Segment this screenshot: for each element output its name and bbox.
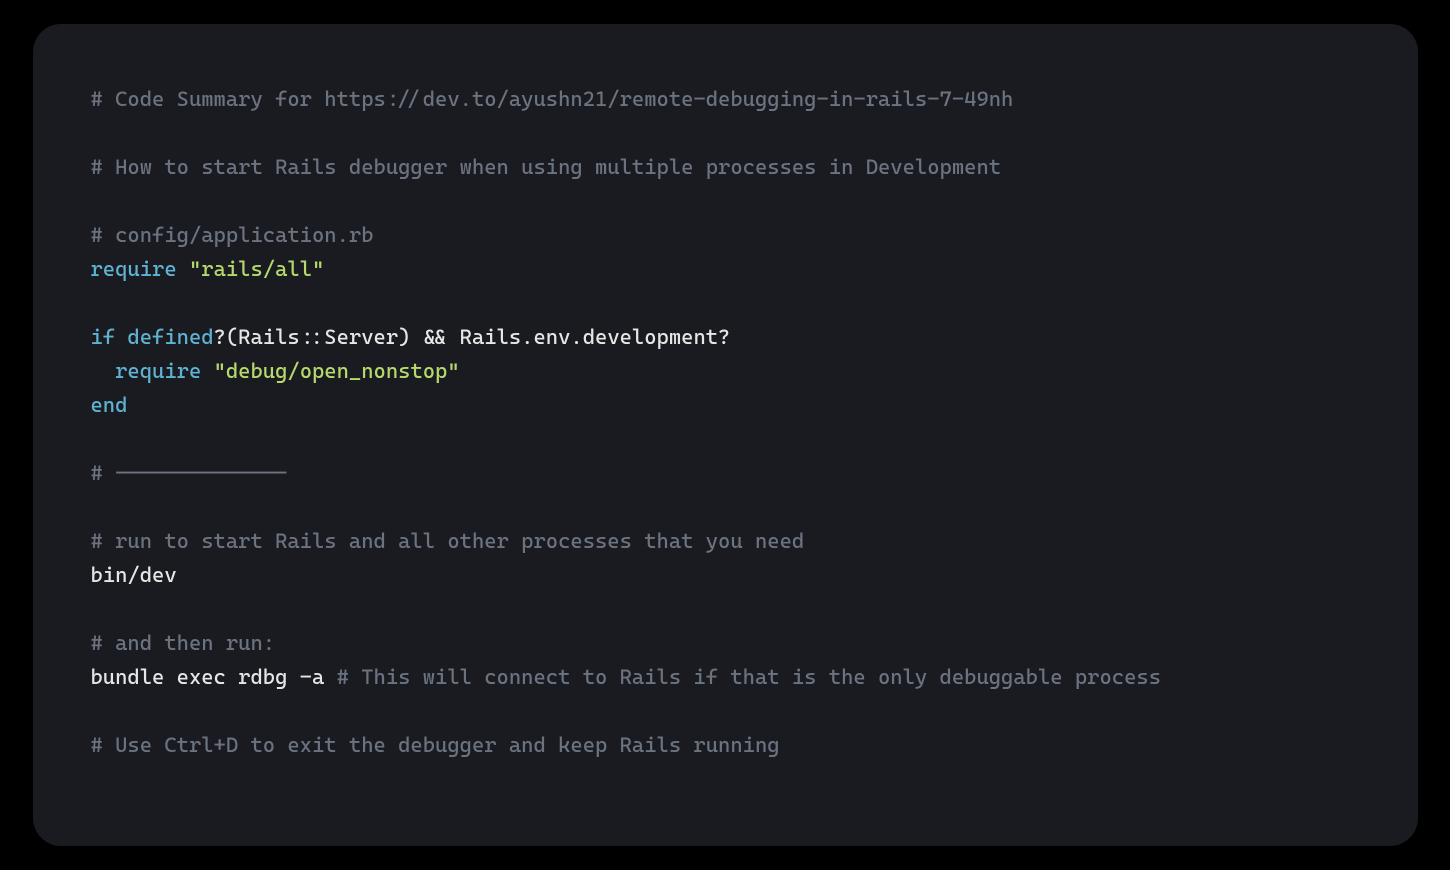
- code-card: # Code Summary for https://dev.to/ayushn…: [33, 24, 1418, 846]
- code-token-comment: # config/application.rb: [91, 223, 374, 247]
- code-token-comment: # --------------: [91, 461, 288, 485]
- code-token-comment: # This will connect to Rails if that is …: [337, 665, 1161, 689]
- code-token-comment: # run to start Rails and all other proce…: [91, 529, 805, 553]
- code-token-plain: [177, 257, 189, 281]
- code-token-builtin: defined: [127, 325, 213, 349]
- code-token-string: "rails/all": [189, 257, 324, 281]
- code-token-plain: [201, 359, 213, 383]
- code-token-plain: bundle exec rdbg -a: [91, 665, 337, 689]
- code-token-plain: bin/dev: [91, 563, 177, 587]
- code-token-plain: [91, 359, 116, 383]
- code-token-comment: # Use Ctrl+D to exit the debugger and ke…: [91, 733, 780, 757]
- code-token-keyword: if: [91, 325, 116, 349]
- code-token-keyword: end: [91, 393, 128, 417]
- code-token-plain: [115, 325, 127, 349]
- code-token-comment: # and then run:: [91, 631, 276, 655]
- code-token-plain: ?(Rails::Server) && Rails.env.developmen…: [214, 325, 731, 349]
- code-token-comment: # Code Summary for https://dev.to/ayushn…: [91, 87, 1014, 111]
- code-token-string: "debug/open_nonstop": [214, 359, 460, 383]
- code-token-comment: # How to start Rails debugger when using…: [91, 155, 1002, 179]
- code-token-keyword: require: [115, 359, 201, 383]
- code-block: # Code Summary for https://dev.to/ayushn…: [91, 82, 1368, 762]
- code-token-keyword: require: [91, 257, 177, 281]
